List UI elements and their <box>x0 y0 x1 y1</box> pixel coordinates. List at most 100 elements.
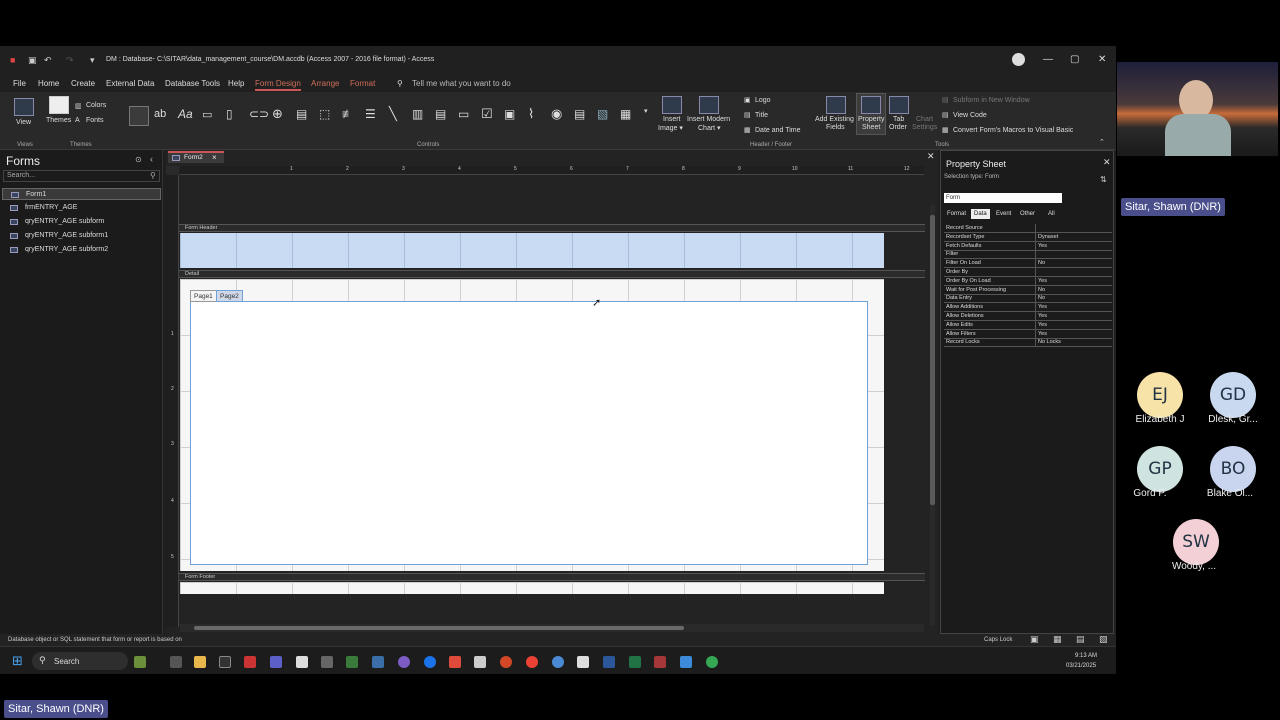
nav-item-frmentry-age[interactable]: frmENTRY_AGE <box>2 202 161 214</box>
property-value[interactable]: Yes <box>1035 320 1112 329</box>
datasheet-view-icon[interactable]: ▤ <box>1076 634 1085 645</box>
tab-form-design[interactable]: Form Design <box>255 79 301 91</box>
tab-control-icon[interactable]: ▯ <box>226 107 233 121</box>
teams-icon[interactable] <box>270 656 282 668</box>
form-selector[interactable] <box>166 166 179 175</box>
nav-search-input[interactable]: Search... <box>3 170 160 182</box>
title-button[interactable]: Title <box>755 112 768 119</box>
chrome-icon[interactable] <box>706 656 718 668</box>
combo-box-icon[interactable]: ☰ <box>365 107 376 121</box>
title-icon[interactable]: ▤ <box>744 111 751 119</box>
vertical-scrollbar[interactable] <box>930 205 935 625</box>
view-code-icon[interactable]: ▤ <box>942 111 949 119</box>
property-row[interactable]: Data Entry No <box>944 294 1112 304</box>
insert-chart-button[interactable]: Chart ▾ <box>698 124 721 132</box>
controls-more-icon[interactable]: ▾ <box>644 107 648 115</box>
horizontal-scrollbar[interactable] <box>180 624 924 632</box>
property-row[interactable]: Order By On Load Yes <box>944 276 1112 286</box>
property-value[interactable] <box>1035 224 1112 232</box>
search-icon[interactable]: ⚲ <box>150 171 156 180</box>
property-row[interactable]: Allow Filters Yes <box>944 329 1112 339</box>
property-row[interactable]: Filter On Load No <box>944 259 1112 269</box>
powerpoint-icon[interactable] <box>500 656 512 668</box>
profile-avatar-icon[interactable] <box>1012 53 1025 66</box>
tab-home[interactable]: Home <box>38 79 59 88</box>
logo-button[interactable]: Logo <box>755 97 771 104</box>
colors-icon[interactable]: ▥ <box>75 102 82 110</box>
customize-toolbar-icon[interactable]: ▾ <box>90 55 95 66</box>
detail-section[interactable]: Page1 Page2 <box>180 279 884 571</box>
clock-date[interactable]: 03/21/2025 <box>1066 663 1096 669</box>
close-button[interactable]: ✕ <box>1098 54 1106 65</box>
convert-macros-button[interactable]: Convert Form's Macros to Visual Basic <box>953 127 1073 134</box>
document-tab-form2[interactable]: Form2 × <box>168 151 224 163</box>
participant-avatar[interactable]: EJ <box>1137 372 1183 418</box>
task-view-icon[interactable] <box>170 656 182 668</box>
tab-create[interactable]: Create <box>71 79 95 88</box>
subform-icon[interactable]: ▤ <box>574 107 585 121</box>
property-row[interactable]: Allow Additions Yes <box>944 303 1112 313</box>
form-footer-section[interactable] <box>180 582 884 594</box>
scrollbar-thumb[interactable] <box>194 626 684 630</box>
property-value[interactable]: Yes <box>1035 329 1112 338</box>
form-header-section[interactable] <box>180 233 884 268</box>
nav-options-icon[interactable]: ⊙ <box>135 155 142 164</box>
participant-avatar[interactable]: SW <box>1173 519 1219 565</box>
hyperlink-icon[interactable]: ⊂⊃ <box>249 107 269 121</box>
checkbox-icon[interactable]: ☑ <box>481 106 493 122</box>
select-tool-icon[interactable] <box>129 106 149 126</box>
property-row[interactable]: Record Locks No Locks <box>944 338 1112 348</box>
app-icon[interactable] <box>424 656 436 668</box>
ps-tab-all[interactable]: All <box>1045 209 1058 219</box>
property-row[interactable]: Recordset Type Dynaset <box>944 232 1112 242</box>
textbox-icon[interactable]: ab <box>154 108 166 120</box>
convert-macros-icon[interactable]: ▦ <box>942 126 949 134</box>
participant-avatar[interactable]: GP <box>1137 446 1183 492</box>
app-icon[interactable] <box>398 656 410 668</box>
property-row[interactable]: Record Source <box>944 224 1112 233</box>
nav-item-subform2[interactable]: qryENTRY_AGE subform2 <box>2 244 161 256</box>
page-break-icon[interactable]: ≢ <box>342 107 354 121</box>
save-icon[interactable]: ▣ <box>28 55 37 66</box>
form-footer-bar[interactable]: Form Footer <box>179 573 925 581</box>
design-view-icon[interactable]: ▧ <box>1099 634 1108 645</box>
chrome-icon[interactable] <box>526 656 538 668</box>
tell-me-box[interactable]: Tell me what you want to do <box>412 79 511 88</box>
property-value[interactable]: Yes <box>1035 303 1112 312</box>
toggle-button-icon[interactable]: ▥ <box>412 107 423 121</box>
property-row[interactable]: Order By <box>944 268 1112 277</box>
property-value[interactable] <box>1035 268 1112 276</box>
tell-me-icon[interactable]: ⚲ <box>397 79 403 88</box>
bound-object-icon[interactable]: ▧ <box>597 107 608 121</box>
tab-order-label-1[interactable]: Tab <box>893 116 904 123</box>
outlook-icon[interactable] <box>680 656 692 668</box>
redo-icon[interactable]: ↷ <box>66 55 74 66</box>
themes-button[interactable]: Themes <box>46 117 71 124</box>
colors-button[interactable]: Colors <box>86 102 106 109</box>
tab-arrange[interactable]: Arrange <box>311 79 339 88</box>
property-value[interactable]: No Locks <box>1035 338 1112 347</box>
tab-database-tools[interactable]: Database Tools <box>165 79 220 88</box>
date-time-icon[interactable]: ▦ <box>744 126 751 134</box>
insert-image-button[interactable]: Image ▾ <box>658 124 683 132</box>
chart-icon[interactable]: ▦ <box>620 107 631 121</box>
ps-tab-data[interactable]: Data <box>971 209 990 219</box>
tab-page1[interactable]: Page1 <box>190 290 217 302</box>
view-code-button[interactable]: View Code <box>953 112 987 119</box>
property-value[interactable]: No <box>1035 294 1112 303</box>
minimize-button[interactable]: — <box>1043 54 1053 65</box>
collapse-nav-icon[interactable]: ‹ <box>150 154 153 164</box>
property-row[interactable]: Wait for Post Processing No <box>944 285 1112 295</box>
nav-item-subform1[interactable]: qryENTRY_AGE subform1 <box>2 230 161 242</box>
ps-tab-format[interactable]: Format <box>944 209 969 219</box>
app-icon[interactable] <box>552 656 564 668</box>
calculator-icon[interactable] <box>372 656 384 668</box>
property-value[interactable]: Dynaset <box>1035 232 1112 241</box>
property-value[interactable]: Yes <box>1035 276 1112 285</box>
undo-icon[interactable]: ↶ <box>44 55 52 66</box>
tab-help[interactable]: Help <box>228 79 244 88</box>
add-existing-fields-icon[interactable] <box>826 96 846 114</box>
participant-avatar[interactable]: BO <box>1210 446 1256 492</box>
ps-tab-event[interactable]: Event <box>993 209 1014 219</box>
property-row[interactable]: Fetch Defaults Yes <box>944 241 1112 251</box>
